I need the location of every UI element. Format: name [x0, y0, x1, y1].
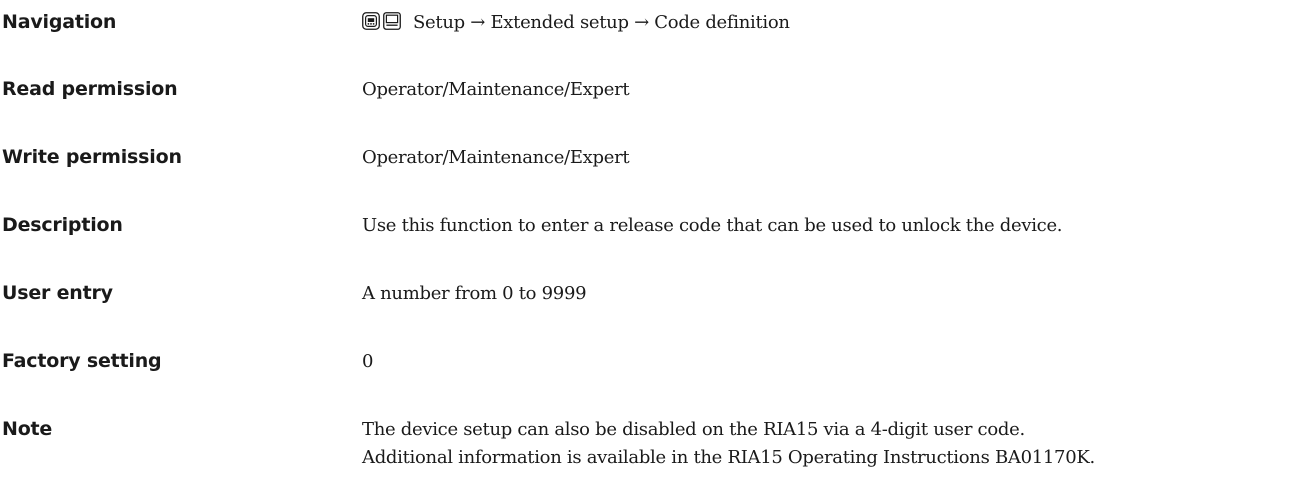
display-operation-icon [362, 12, 380, 30]
write-permission-label: Write permission [2, 146, 182, 168]
user-entry-value: A number from 0 to 9999 [362, 283, 587, 304]
note-line-2: Additional information is available in t… [362, 447, 1095, 468]
factory-setting-label: Factory setting [2, 350, 162, 372]
menu-icon [383, 12, 401, 30]
user-entry-label: User entry [2, 282, 113, 304]
note-line-1: The device setup can also be disabled on… [362, 419, 1025, 440]
write-permission-value: Operator/Maintenance/Expert [362, 147, 630, 168]
description-value: Use this function to enter a release cod… [362, 215, 1063, 236]
description-label: Description [2, 214, 123, 236]
read-permission-label: Read permission [2, 78, 178, 100]
factory-setting-value: 0 [362, 351, 374, 372]
read-permission-value: Operator/Maintenance/Expert [362, 79, 630, 100]
note-value: The device setup can also be disabled on… [362, 416, 1307, 472]
navigation-icons [362, 12, 404, 40]
navigation-label: Navigation [2, 11, 117, 33]
navigation-value: Setup → Extended setup → Code definition [362, 9, 1307, 40]
note-label: Note [2, 418, 53, 440]
navigation-path: Setup → Extended setup → Code definition [413, 12, 790, 33]
